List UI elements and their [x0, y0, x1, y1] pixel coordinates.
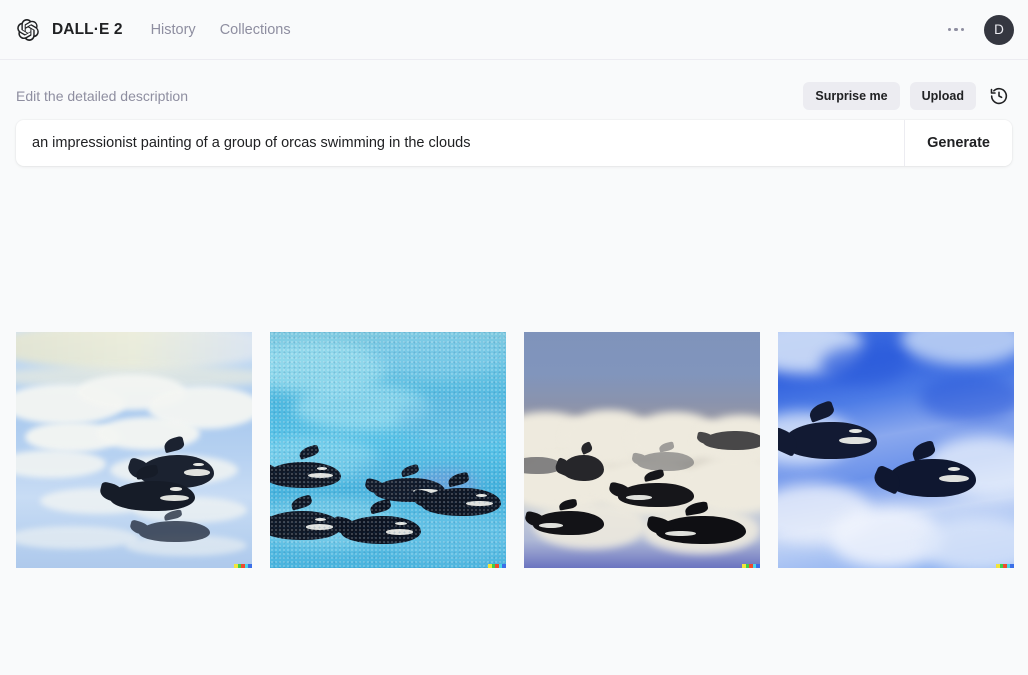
generated-image-1[interactable]: [16, 332, 252, 568]
upload-button[interactable]: Upload: [909, 82, 976, 110]
dalle-watermark: [234, 564, 252, 568]
app-header: DALL·E 2 History Collections D: [0, 0, 1028, 60]
nav-collections[interactable]: Collections: [220, 22, 291, 38]
prompt-input-bar: Generate: [16, 120, 1012, 166]
dalle-watermark: [996, 564, 1014, 568]
generated-image-3[interactable]: [524, 332, 760, 568]
artwork-canvas: [16, 332, 252, 568]
prompt-actions: Surprise me Upload: [803, 82, 1012, 110]
more-horizontal-icon[interactable]: [944, 24, 969, 36]
generated-image-2[interactable]: [270, 332, 506, 568]
history-clock-icon[interactable]: [986, 83, 1012, 109]
results-grid: [16, 332, 1014, 568]
artwork-canvas: [524, 332, 760, 568]
header-actions: D: [944, 14, 1014, 45]
prompt-input[interactable]: [16, 120, 905, 166]
nav-history[interactable]: History: [151, 22, 196, 38]
generate-button[interactable]: Generate: [904, 120, 1012, 166]
prompt-section: Edit the detailed description Surprise m…: [0, 72, 1028, 166]
dalle-watermark: [742, 564, 760, 568]
dalle-app: DALL·E 2 History Collections D Edit the …: [0, 0, 1028, 675]
artwork-canvas: [778, 332, 1014, 568]
artwork-canvas: [270, 332, 506, 568]
page-title: DALL·E 2: [52, 20, 123, 38]
prompt-label-row: Edit the detailed description Surprise m…: [16, 72, 1012, 120]
surprise-me-button[interactable]: Surprise me: [803, 82, 900, 110]
openai-logo-icon[interactable]: [12, 14, 44, 46]
dalle-watermark: [488, 564, 506, 568]
avatar[interactable]: D: [984, 14, 1014, 45]
generated-image-4[interactable]: [778, 332, 1014, 568]
edit-description-label: Edit the detailed description: [16, 88, 188, 104]
main-nav: History Collections: [151, 22, 291, 38]
